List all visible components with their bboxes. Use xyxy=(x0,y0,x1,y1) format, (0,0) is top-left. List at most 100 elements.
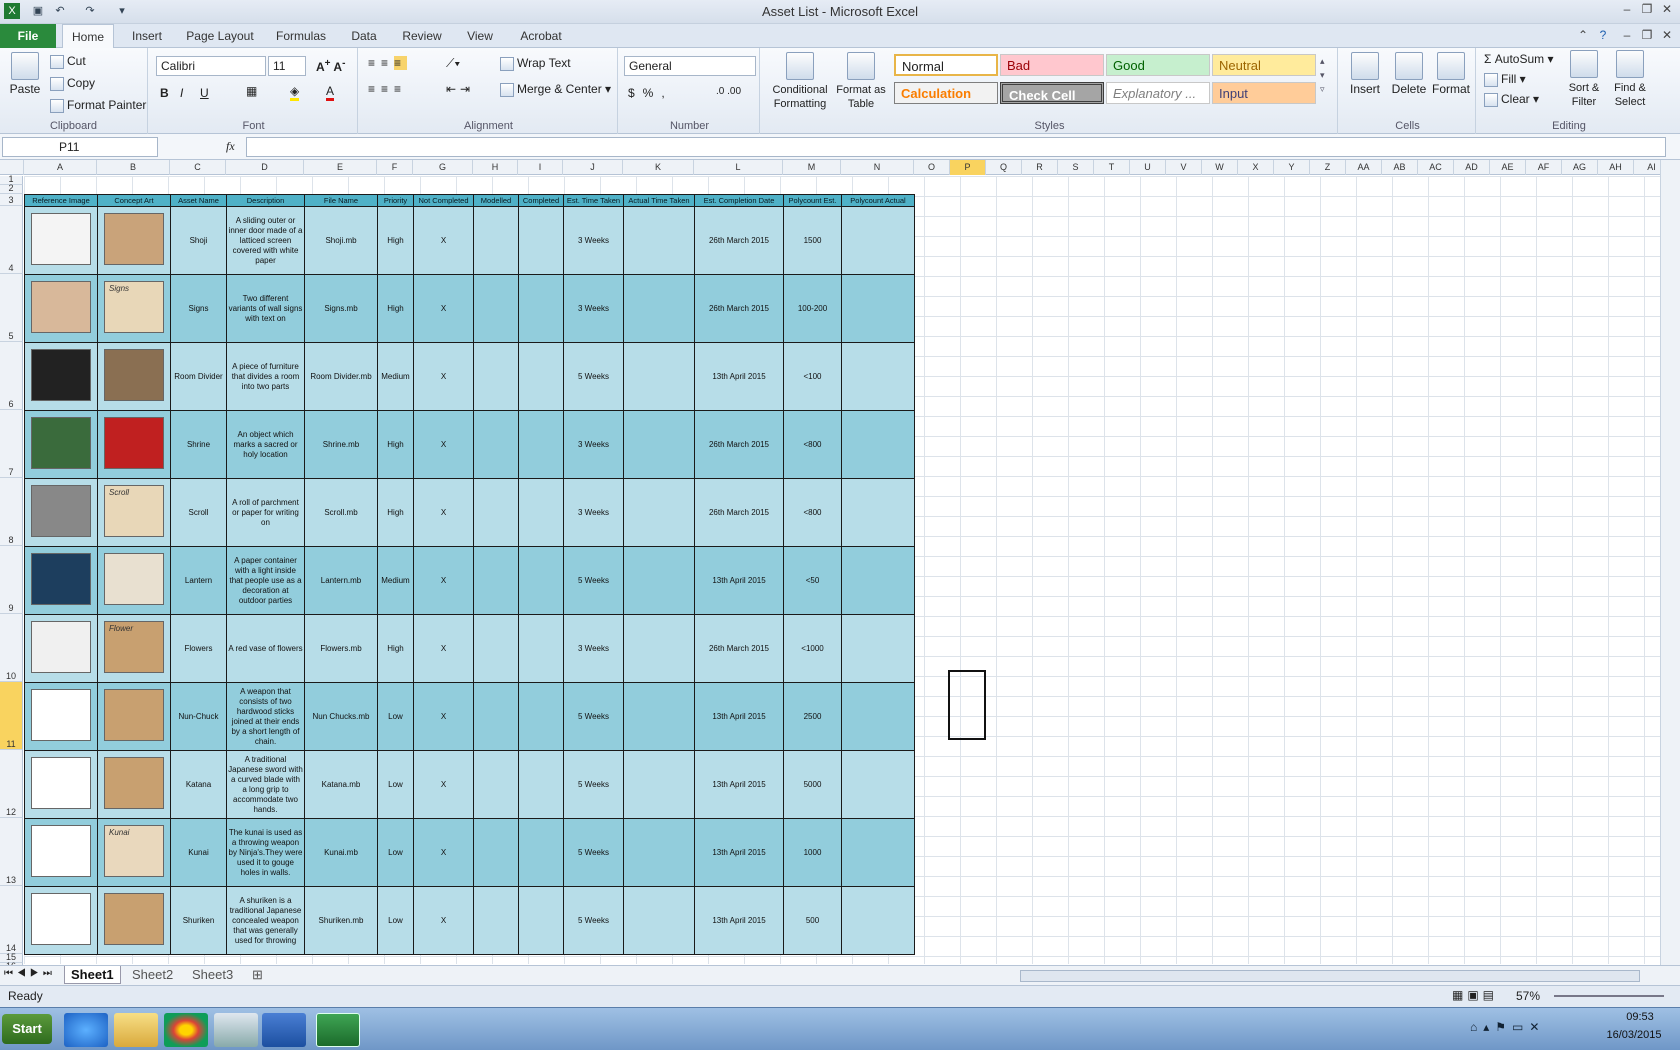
cell-not-completed[interactable]: X xyxy=(413,342,474,411)
reference-image-cell[interactable] xyxy=(24,818,98,887)
table-header-cell[interactable]: Completed xyxy=(518,194,564,207)
merge-center-button[interactable]: Merge & Center ▾ xyxy=(500,82,611,97)
cell-date[interactable]: 13th April 2015 xyxy=(694,886,784,955)
concept-art-cell[interactable]: Flower xyxy=(97,614,171,683)
column-header-ae[interactable]: AE xyxy=(1490,160,1526,175)
cell-poly[interactable]: 5000 xyxy=(783,750,842,819)
cell-poly[interactable]: 1500 xyxy=(783,206,842,275)
cell-desc[interactable]: A roll of parchment or paper for writing… xyxy=(226,478,305,547)
cell-not-completed[interactable]: X xyxy=(413,274,474,343)
internet-explorer-icon[interactable] xyxy=(64,1013,108,1047)
concept-art-cell[interactable] xyxy=(97,342,171,411)
row-header-13[interactable]: 13 xyxy=(0,818,23,886)
empty-cell[interactable] xyxy=(841,410,915,479)
close-icon[interactable]: ✕ xyxy=(1656,2,1678,18)
empty-cell[interactable] xyxy=(623,614,695,683)
concept-art-cell[interactable] xyxy=(97,682,171,751)
row-header-10[interactable]: 10 xyxy=(0,614,23,682)
cell-priority[interactable]: Low xyxy=(377,750,414,819)
column-header-n[interactable]: N xyxy=(841,160,914,175)
column-header-a[interactable]: A xyxy=(24,160,97,175)
reference-image-cell[interactable] xyxy=(24,750,98,819)
concept-art-cell[interactable] xyxy=(97,546,171,615)
concept-art-cell[interactable]: Scroll xyxy=(97,478,171,547)
cell-poly[interactable]: <800 xyxy=(783,478,842,547)
doc-restore-icon[interactable]: ❐ xyxy=(1636,28,1658,44)
cell-date[interactable]: 13th April 2015 xyxy=(694,750,784,819)
table-header-cell[interactable]: Est. Time Taken xyxy=(563,194,624,207)
cell-date[interactable]: 26th March 2015 xyxy=(694,410,784,479)
column-header-y[interactable]: Y xyxy=(1274,160,1310,175)
cell-not-completed[interactable]: X xyxy=(413,750,474,819)
empty-cell[interactable] xyxy=(473,818,519,887)
cell-priority[interactable]: High xyxy=(377,614,414,683)
cell-name[interactable]: Shrine xyxy=(170,410,227,479)
table-header-cell[interactable]: Polycount Actual xyxy=(841,194,915,207)
cell-name[interactable]: Room Divider xyxy=(170,342,227,411)
cell-poly[interactable]: 1000 xyxy=(783,818,842,887)
grow-font-icon[interactable]: A+ A- xyxy=(316,58,345,74)
column-header-e[interactable]: E xyxy=(304,160,377,175)
cell-est-time[interactable]: 5 Weeks xyxy=(563,818,624,887)
zoom-level[interactable]: 57% xyxy=(1516,989,1540,1003)
cell-file[interactable]: Flowers.mb xyxy=(304,614,378,683)
word-icon[interactable] xyxy=(262,1013,306,1047)
empty-cell[interactable] xyxy=(473,614,519,683)
cell-priority[interactable]: High xyxy=(377,274,414,343)
tray-icons[interactable]: ⌂▴⚑▭✕ xyxy=(1470,1020,1545,1034)
style-normal[interactable]: Normal xyxy=(894,54,998,76)
concept-art-cell[interactable] xyxy=(97,750,171,819)
column-header-b[interactable]: B xyxy=(97,160,170,175)
empty-cell[interactable] xyxy=(518,478,564,547)
format-as-table-button[interactable]: Format as Table xyxy=(836,52,886,111)
underline-button[interactable]: U xyxy=(200,86,209,100)
cell-priority[interactable]: High xyxy=(377,206,414,275)
row-header-3[interactable]: 3 xyxy=(0,194,23,206)
tab-data[interactable]: Data xyxy=(342,24,386,48)
concept-art-image[interactable] xyxy=(104,213,164,265)
cell-est-time[interactable]: 5 Weeks xyxy=(563,750,624,819)
table-header-cell[interactable]: Not Completed xyxy=(413,194,474,207)
reference-image-cell[interactable] xyxy=(24,274,98,343)
cell-desc[interactable]: A weapon that consists of two hardwood s… xyxy=(226,682,305,751)
number-format-icons[interactable]: $%, xyxy=(628,86,673,100)
empty-cell[interactable] xyxy=(473,682,519,751)
column-header-ac[interactable]: AC xyxy=(1418,160,1454,175)
paste-button[interactable]: Paste xyxy=(6,52,44,96)
row-header-8[interactable]: 8 xyxy=(0,478,23,546)
cell-est-time[interactable]: 3 Weeks xyxy=(563,478,624,547)
column-header-x[interactable]: X xyxy=(1238,160,1274,175)
empty-cell[interactable] xyxy=(518,886,564,955)
fill-button[interactable]: Fill ▾ xyxy=(1484,72,1526,87)
column-header-f[interactable]: F xyxy=(377,160,413,175)
table-header-cell[interactable]: Polycount Est. xyxy=(783,194,842,207)
concept-art-image[interactable] xyxy=(104,893,164,945)
empty-cell[interactable] xyxy=(518,682,564,751)
table-header-cell[interactable]: Description xyxy=(226,194,305,207)
column-header-g[interactable]: G xyxy=(413,160,473,175)
number-format-select[interactable]: General xyxy=(624,56,756,76)
empty-cell[interactable] xyxy=(473,206,519,275)
conditional-formatting-button[interactable]: Conditional Formatting xyxy=(768,52,832,111)
empty-cell[interactable] xyxy=(841,206,915,275)
column-header-q[interactable]: Q xyxy=(986,160,1022,175)
fill-color-icon[interactable]: ◈ xyxy=(290,84,300,101)
restore-icon[interactable]: ❐ xyxy=(1636,2,1658,18)
font-name-select[interactable]: Calibri xyxy=(156,56,266,76)
tab-formulas[interactable]: Formulas xyxy=(268,24,334,48)
cell-est-time[interactable]: 3 Weeks xyxy=(563,274,624,343)
column-header-af[interactable]: AF xyxy=(1526,160,1562,175)
cell-file[interactable]: Signs.mb xyxy=(304,274,378,343)
style-neutral[interactable]: Neutral xyxy=(1212,54,1316,76)
row-header-14[interactable]: 14 xyxy=(0,886,23,954)
cell-file[interactable]: Lantern.mb xyxy=(304,546,378,615)
row-header-2[interactable]: 2 xyxy=(0,183,23,194)
doc-close-icon[interactable]: ✕ xyxy=(1656,28,1678,44)
concept-art-image[interactable]: Kunai xyxy=(104,825,164,877)
reference-image[interactable] xyxy=(31,825,91,877)
orientation-icon[interactable]: ⟋▾ xyxy=(446,56,460,71)
table-header-cell[interactable]: Modelled xyxy=(473,194,519,207)
column-header-z[interactable]: Z xyxy=(1310,160,1346,175)
empty-cell[interactable] xyxy=(473,342,519,411)
empty-cell[interactable] xyxy=(841,750,915,819)
